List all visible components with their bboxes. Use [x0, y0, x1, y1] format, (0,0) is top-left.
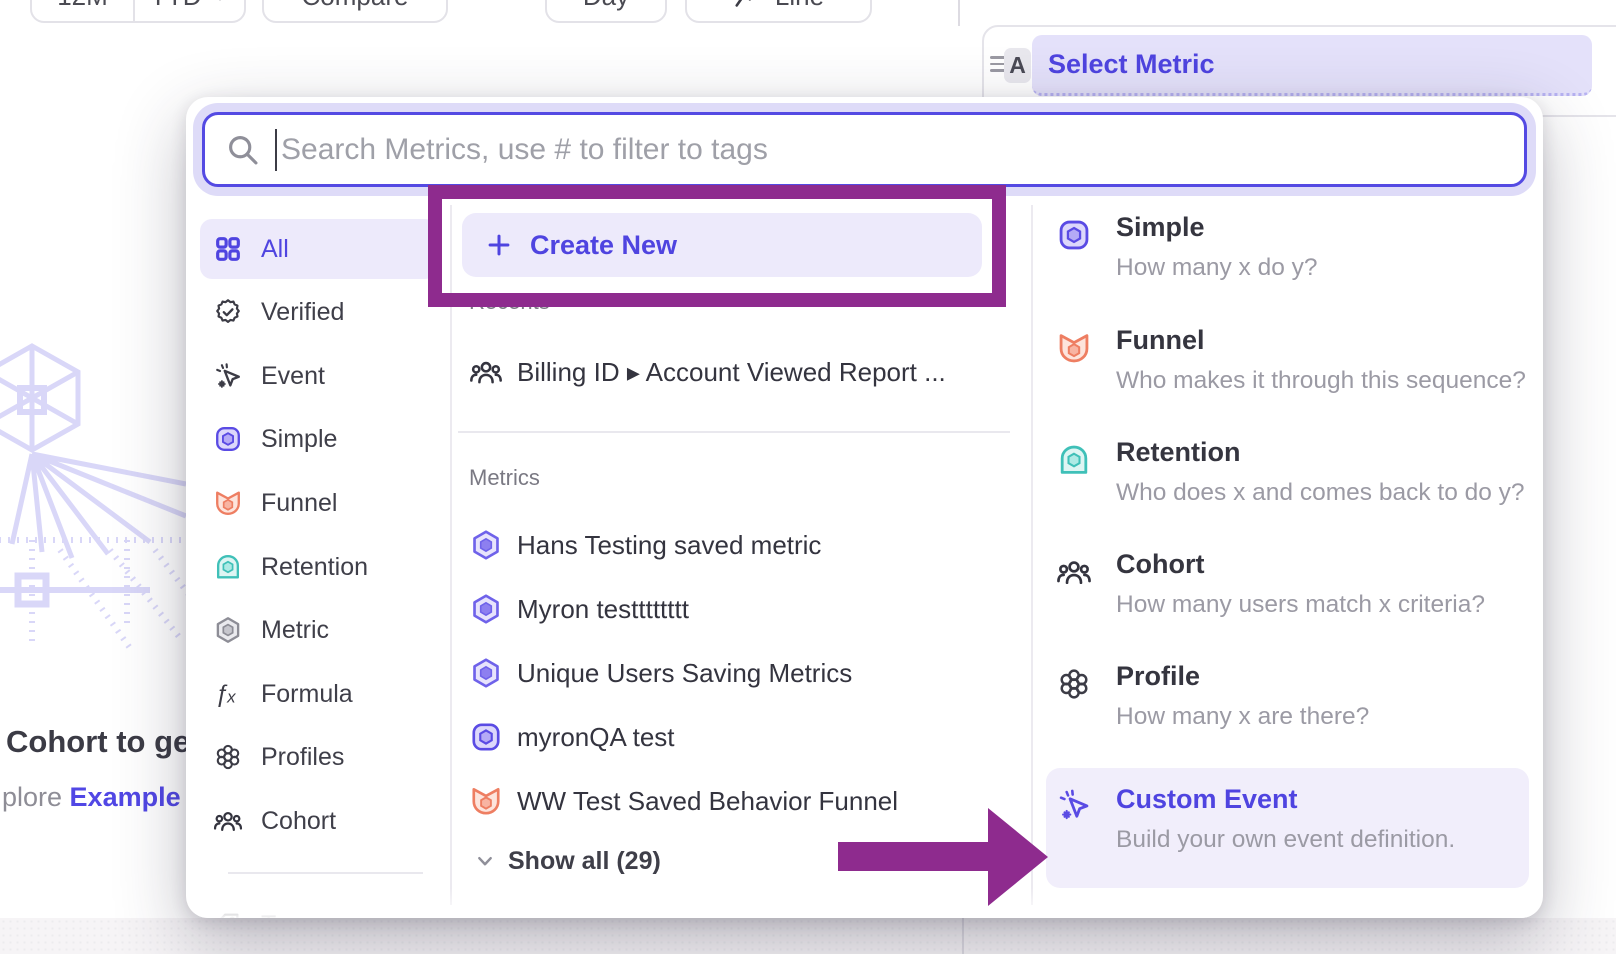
modal-divider-left: [450, 205, 452, 905]
sidebar-item-all[interactable]: All: [200, 219, 437, 279]
metric-list-item[interactable]: myronQA test: [469, 713, 1014, 761]
search-input[interactable]: [279, 132, 1524, 168]
cohort-icon: [213, 806, 243, 836]
granularity-day-button[interactable]: Day: [545, 0, 667, 23]
simple-icon: [1056, 217, 1092, 253]
custom-event-icon: [1056, 786, 1092, 822]
series-badge: A: [1004, 48, 1031, 83]
retention-icon: [1056, 442, 1092, 478]
funnel-icon: [213, 488, 243, 518]
sidebar-item-metric[interactable]: Metric: [200, 600, 437, 660]
cohort-icon: [469, 355, 503, 389]
type-retention[interactable]: Retention Who does x and comes back to d…: [1046, 434, 1529, 546]
sidebar-item-profiles[interactable]: Profiles: [200, 727, 437, 787]
profiles-icon: [1056, 666, 1092, 702]
simple-icon: [213, 424, 243, 454]
verified-icon: [213, 297, 243, 327]
range-12m-button[interactable]: 12M: [32, 0, 133, 21]
type-profile[interactable]: Profile How many x are there?: [1046, 658, 1529, 770]
line-chart-icon: [733, 0, 763, 12]
svg-text:x: x: [226, 687, 236, 706]
sidebar-item-event[interactable]: Event: [200, 346, 437, 406]
tag-icon: [213, 910, 243, 918]
simple-icon: [469, 720, 503, 754]
formula-icon: ƒx: [213, 679, 243, 709]
chart-type-line-button[interactable]: Line: [685, 0, 872, 23]
saved-metric-icon: [469, 656, 503, 690]
sidebar-item-cohort[interactable]: Cohort: [200, 791, 437, 851]
sidebar-item-verified[interactable]: Verified: [200, 282, 437, 342]
metric-list-item[interactable]: WW Test Saved Behavior Funnel: [469, 777, 1014, 825]
recent-item[interactable]: Billing ID ▸ Account Viewed Report ...: [469, 348, 1014, 396]
recents-header: Recents: [469, 289, 550, 315]
metrics-header: Metrics: [469, 465, 540, 491]
search-icon: [225, 132, 261, 168]
metric-list-item[interactable]: Unique Users Saving Metrics: [469, 649, 1014, 697]
select-metric-chip[interactable]: Select Metric: [1032, 35, 1592, 96]
date-range-button-group: 12M YTD: [30, 0, 246, 23]
sidebar-divider: [228, 872, 423, 874]
saved-metric-icon: [469, 592, 503, 626]
sidebar-item-funnel[interactable]: Funnel: [200, 473, 437, 533]
screen: 12M YTD Compare Day Line A Select Metric…: [0, 0, 1616, 954]
type-custom-event[interactable]: Custom Event Build your own event defini…: [1046, 768, 1529, 888]
background-illustration: [0, 338, 190, 668]
metric-list-item[interactable]: Hans Testing saved metric: [469, 521, 1014, 569]
sidebar-item-retention[interactable]: Retention: [200, 537, 437, 597]
layout-divider: [958, 0, 960, 26]
chevron-down-icon: [472, 848, 498, 874]
text-cursor: [275, 129, 277, 171]
sidebar-item-simple[interactable]: Simple: [200, 409, 437, 469]
show-all-button[interactable]: Show all (29): [472, 838, 661, 884]
type-funnel[interactable]: Funnel Who makes it through this sequenc…: [1046, 322, 1529, 434]
event-icon: [213, 361, 243, 391]
retention-icon: [213, 552, 243, 582]
range-ytd-button[interactable]: YTD: [133, 0, 244, 21]
sidebar-item-formula[interactable]: ƒx Formula: [200, 664, 437, 724]
search-bar: [202, 112, 1527, 187]
type-simple[interactable]: Simple How many x do y?: [1046, 209, 1529, 321]
metric-list-item[interactable]: Myron testttttttt: [469, 585, 1014, 633]
cohort-icon: [1056, 554, 1092, 590]
compare-button[interactable]: Compare: [262, 0, 448, 23]
grid-icon: [213, 234, 243, 264]
caret-down-icon: [210, 0, 230, 7]
plus-icon: [484, 230, 514, 260]
select-metric-label: Select Metric: [1048, 49, 1215, 80]
metric-picker-modal: All Verified Event Simple Funnel Retenti…: [186, 97, 1543, 918]
metric-icon: [213, 615, 243, 645]
funnel-icon: [1056, 330, 1092, 366]
promo-subtitle: plore Example R: [2, 782, 208, 813]
recents-divider: [458, 431, 1010, 433]
layout-divider-bottom: [962, 918, 964, 954]
profiles-icon: [213, 742, 243, 772]
saved-metric-icon: [469, 528, 503, 562]
funnel-icon: [469, 784, 503, 818]
page-bottom-strip: [0, 918, 1616, 954]
sidebar-item-partial[interactable]: T: [200, 895, 437, 918]
modal-divider-right: [1031, 205, 1033, 905]
create-new-button[interactable]: Create New: [462, 213, 982, 277]
type-cohort[interactable]: Cohort How many users match x criteria?: [1046, 546, 1529, 658]
promo-title-fragment: Cohort to ge: [6, 724, 190, 760]
